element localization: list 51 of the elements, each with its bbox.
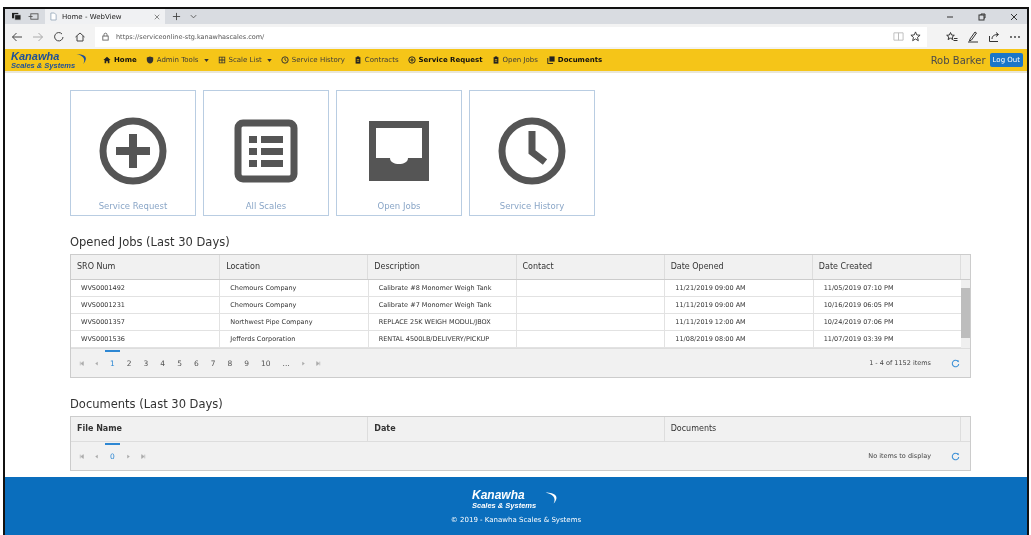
next-page-icon[interactable] xyxy=(300,360,306,366)
refresh-icon[interactable] xyxy=(951,451,960,461)
clipboard-icon xyxy=(353,56,362,64)
grid-icon xyxy=(217,56,226,64)
refresh-icon[interactable] xyxy=(951,358,960,368)
home-icon xyxy=(103,56,111,64)
tile-label: Open Jobs xyxy=(377,201,421,211)
column-header[interactable]: SRO Num xyxy=(71,255,220,279)
restore-icon[interactable] xyxy=(977,11,987,22)
shield-icon xyxy=(145,56,154,64)
new-tab-icon[interactable] xyxy=(171,12,182,21)
pen-icon[interactable] xyxy=(967,30,979,43)
column-header[interactable]: Documents xyxy=(663,417,960,441)
first-page-icon[interactable] xyxy=(79,453,84,459)
home-icon[interactable] xyxy=(74,30,86,43)
first-page-icon[interactable] xyxy=(79,360,84,366)
plus-circle-icon xyxy=(98,116,168,186)
section-heading: Documents (Last 30 Days) xyxy=(70,397,224,411)
last-page-icon[interactable] xyxy=(140,453,146,459)
plus-icon xyxy=(407,56,416,64)
column-header[interactable]: File Name xyxy=(71,417,368,441)
book-icon[interactable] xyxy=(893,31,904,42)
star-icon[interactable] xyxy=(910,31,921,42)
page-icon xyxy=(50,12,57,21)
user-name: Rob Barker xyxy=(930,54,986,66)
section-heading: Opened Jobs (Last 30 Days) xyxy=(70,235,231,249)
previous-page-icon[interactable] xyxy=(94,360,99,366)
last-page-icon[interactable] xyxy=(315,360,321,366)
tile-label: All Scales xyxy=(245,201,287,211)
caret-icon xyxy=(266,58,272,62)
favorites-icon[interactable] xyxy=(946,30,958,43)
tile-label: Service Request xyxy=(98,201,168,211)
tile-label: Service History xyxy=(499,201,565,211)
chevron-down-icon[interactable] xyxy=(188,12,199,21)
previous-page-icon[interactable] xyxy=(94,453,99,459)
clipboard-icon xyxy=(491,56,500,64)
forward-arrow-icon[interactable] xyxy=(32,30,44,43)
clock-icon xyxy=(280,56,289,64)
docs-icon xyxy=(546,56,555,64)
refresh-icon[interactable] xyxy=(53,30,65,43)
clock-icon xyxy=(497,116,567,186)
close-icon[interactable] xyxy=(1009,11,1019,22)
scrollbar[interactable] xyxy=(961,280,970,348)
next-page-icon[interactable] xyxy=(125,453,131,459)
share-icon[interactable] xyxy=(988,30,1000,43)
back-arrow-icon[interactable] xyxy=(11,30,23,43)
tabs-icon[interactable] xyxy=(11,12,22,21)
column-header[interactable]: Date xyxy=(367,417,664,441)
lock-icon xyxy=(101,32,110,41)
tab-preview-icon[interactable] xyxy=(28,12,39,21)
caret-icon xyxy=(203,58,209,62)
